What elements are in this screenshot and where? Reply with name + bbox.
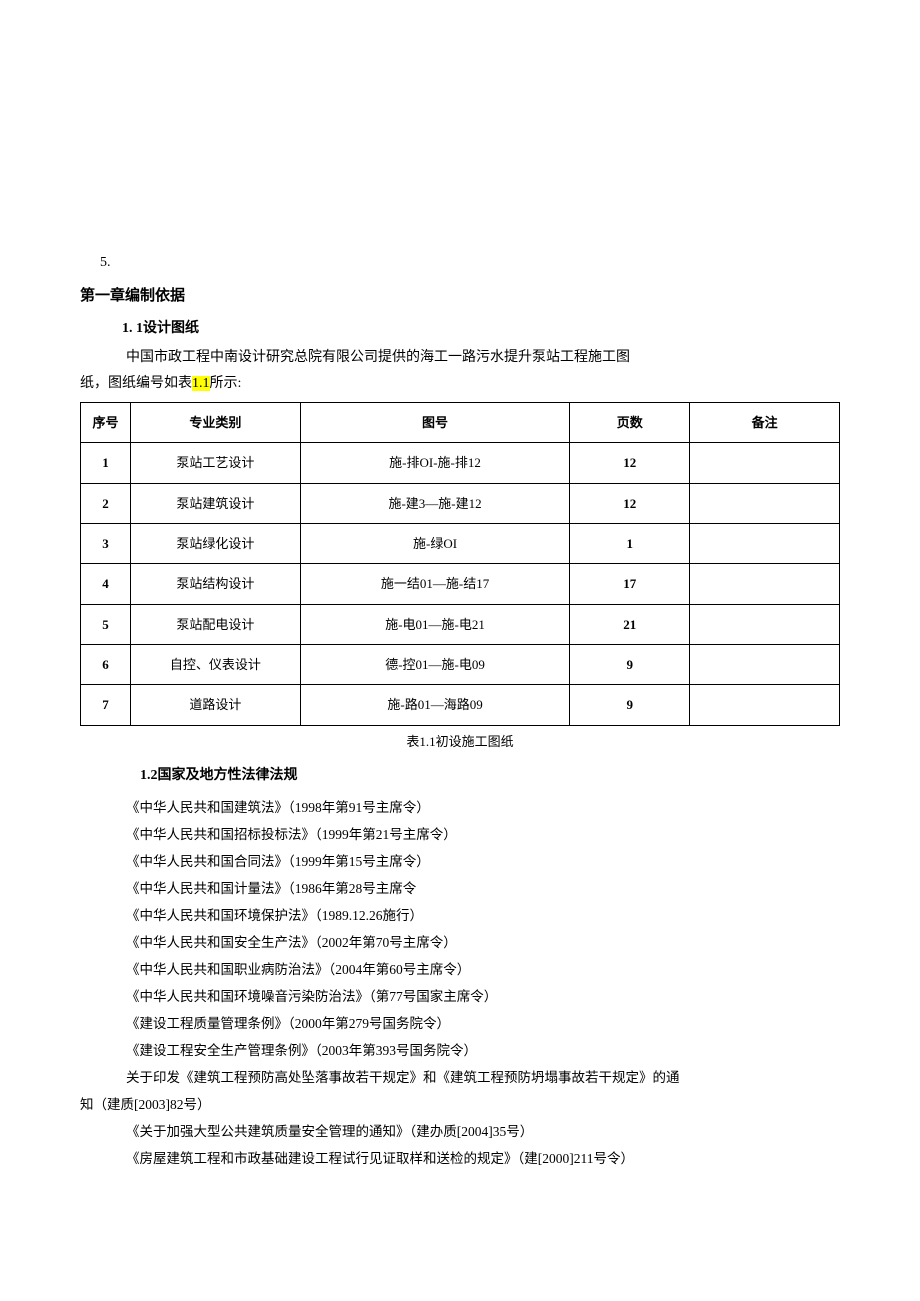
cell-note — [690, 685, 840, 725]
law-item-wrap-line2: 知（建质[2003]82号） — [80, 1091, 840, 1118]
cell-seq: 1 — [81, 443, 131, 483]
cell-seq: 7 — [81, 685, 131, 725]
law-item: 《中华人民共和国环境保护法》（1989.12.26施行） — [126, 902, 840, 929]
cell-num: 施-建3—施-建12 — [300, 483, 570, 523]
cell-cat: 泵站配电设计 — [130, 604, 300, 644]
cell-num: 德-控01—施-电09 — [300, 645, 570, 685]
header-pages: 页数 — [570, 402, 690, 442]
cell-num: 施一结01—施-结17 — [300, 564, 570, 604]
law-item: 《中华人民共和国职业病防治法》（2004年第60号主席令） — [126, 956, 840, 983]
cell-seq: 2 — [81, 483, 131, 523]
cell-cat: 泵站结构设计 — [130, 564, 300, 604]
cell-note — [690, 443, 840, 483]
cell-num: 施-路01—海路09 — [300, 685, 570, 725]
cell-page: 12 — [570, 443, 690, 483]
table-row: 1 泵站工艺设计 施-排OI-施-排12 12 — [81, 443, 840, 483]
law-item: 《中华人民共和国计量法》（1986年第28号主席令 — [126, 875, 840, 902]
cell-cat: 泵站建筑设计 — [130, 483, 300, 523]
cell-seq: 4 — [81, 564, 131, 604]
table-row: 3 泵站绿化设计 施-绿OI 1 — [81, 523, 840, 563]
cell-note — [690, 483, 840, 523]
cell-note — [690, 564, 840, 604]
header-category: 专业类别 — [130, 402, 300, 442]
law-item: 《建设工程安全生产管理条例》（2003年第393号国务院令） — [126, 1037, 840, 1064]
cell-cat: 泵站绿化设计 — [130, 523, 300, 563]
cell-note — [690, 523, 840, 563]
law-item: 《关于加强大型公共建筑质量安全管理的通知》（建办质[2004]35号） — [126, 1118, 840, 1145]
cell-page: 21 — [570, 604, 690, 644]
cell-page: 9 — [570, 645, 690, 685]
table-row: 7 道路设计 施-路01—海路09 9 — [81, 685, 840, 725]
law-item-wrap-line1: 关于印发《建筑工程预防高处坠落事故若干规定》和《建筑工程预防坍塌事故若干规定》的… — [126, 1064, 840, 1091]
drawings-table: 序号 专业类别 图号 页数 备注 1 泵站工艺设计 施-排OI-施-排12 12… — [80, 402, 840, 726]
header-drawing-num: 图号 — [300, 402, 570, 442]
table-row: 5 泵站配电设计 施-电01—施-电21 21 — [81, 604, 840, 644]
list-number-5: 5. — [100, 250, 840, 275]
para2-pre: 纸，图纸编号如表 — [80, 376, 192, 391]
law-item: 《中华人民共和国建筑法》（1998年第91号主席令） — [126, 794, 840, 821]
para2-post: 所示: — [210, 376, 242, 391]
cell-note — [690, 645, 840, 685]
table-caption: 表1.1初设施工图纸 — [80, 730, 840, 753]
section-1-1-paragraph-2: 纸，图纸编号如表1.1所示: — [80, 371, 840, 396]
cell-cat: 泵站工艺设计 — [130, 443, 300, 483]
section-1-1-paragraph-1: 中国市政工程中南设计研究总院有限公司提供的海工一路污水提升泵站工程施工图 — [126, 345, 840, 370]
table-header-row: 序号 专业类别 图号 页数 备注 — [81, 402, 840, 442]
table-row: 2 泵站建筑设计 施-建3—施-建12 12 — [81, 483, 840, 523]
header-note: 备注 — [690, 402, 840, 442]
cell-note — [690, 604, 840, 644]
section-1-2-title: 1.2国家及地方性法律法规 — [140, 763, 840, 788]
cell-seq: 6 — [81, 645, 131, 685]
law-item: 《建设工程质量管理条例》（2000年第279号国务院令） — [126, 1010, 840, 1037]
cell-seq: 3 — [81, 523, 131, 563]
cell-page: 9 — [570, 685, 690, 725]
cell-cat: 道路设计 — [130, 685, 300, 725]
cell-num: 施-绿OI — [300, 523, 570, 563]
law-item: 《中华人民共和国招标投标法》（1999年第21号主席令） — [126, 821, 840, 848]
law-item: 《中华人民共和国环境噪音污染防治法》（第77号国家主席令） — [126, 983, 840, 1010]
table-ref-highlight: 1.1 — [192, 376, 210, 391]
cell-page: 17 — [570, 564, 690, 604]
header-seq: 序号 — [81, 402, 131, 442]
cell-page: 1 — [570, 523, 690, 563]
section-1-1-title: 1. 1设计图纸 — [122, 316, 840, 341]
law-item: 《中华人民共和国合同法》（1999年第15号主席令） — [126, 848, 840, 875]
table-row: 6 自控、仪表设计 德-控01—施-电09 9 — [81, 645, 840, 685]
cell-cat: 自控、仪表设计 — [130, 645, 300, 685]
law-item: 《中华人民共和国安全生产法》（2002年第70号主席令） — [126, 929, 840, 956]
table-row: 4 泵站结构设计 施一结01—施-结17 17 — [81, 564, 840, 604]
chapter-title: 第一章编制依据 — [80, 283, 840, 310]
cell-page: 12 — [570, 483, 690, 523]
cell-seq: 5 — [81, 604, 131, 644]
law-item: 《房屋建筑工程和市政基础建设工程试行见证取样和送检的规定》（建[2000]211… — [126, 1145, 840, 1172]
cell-num: 施-电01—施-电21 — [300, 604, 570, 644]
cell-num: 施-排OI-施-排12 — [300, 443, 570, 483]
